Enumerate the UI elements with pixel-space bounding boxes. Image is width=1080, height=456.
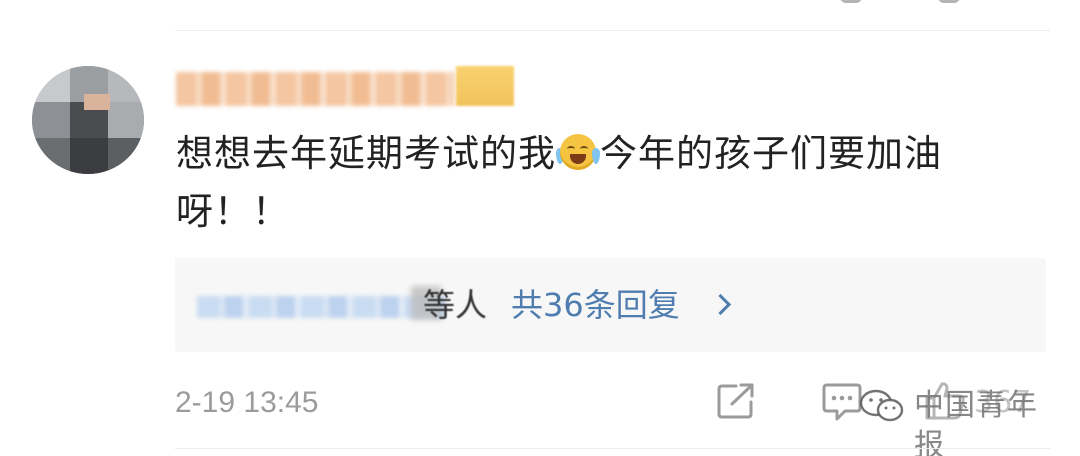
wechat-logo-icon: [859, 389, 904, 422]
share-icon[interactable]: [716, 382, 756, 420]
comment-text-part1: 想想去年延期考试的我: [176, 132, 556, 175]
username-blurred[interactable]: [176, 66, 514, 106]
like-count: 367: [974, 385, 1032, 420]
comment-timestamp: 2-19 13:45: [175, 386, 319, 419]
comment-text-part3: 呀！！: [176, 190, 290, 233]
chevron-right-icon[interactable]: [709, 293, 732, 316]
replies-suffix: 等人: [423, 286, 488, 324]
avatar[interactable]: [32, 66, 144, 174]
comment-text-part2: 今年的孩子们要加油: [600, 132, 942, 175]
comment-card: 想想去年延期考试的我 今年的孩子们要加油 呀！！ 等人 共36条回复 2-19 1…: [0, 0, 1080, 456]
crying-face-icon: [556, 132, 600, 172]
previous-item-icons: [830, 0, 990, 8]
replier-names-blurred: [197, 286, 445, 324]
comment-text: 想想去年延期考试的我 今年的孩子们要加油 呀！！: [176, 125, 1046, 241]
replies-box[interactable]: 等人 共36条回复: [175, 258, 1046, 352]
comment-icon[interactable]: [821, 382, 863, 422]
like-icon[interactable]: [923, 380, 967, 422]
top-divider: [175, 30, 1050, 31]
view-replies-link[interactable]: 共36条回复: [511, 285, 680, 325]
bottom-divider: [175, 448, 1050, 449]
vip-badge-icon: [456, 66, 514, 106]
